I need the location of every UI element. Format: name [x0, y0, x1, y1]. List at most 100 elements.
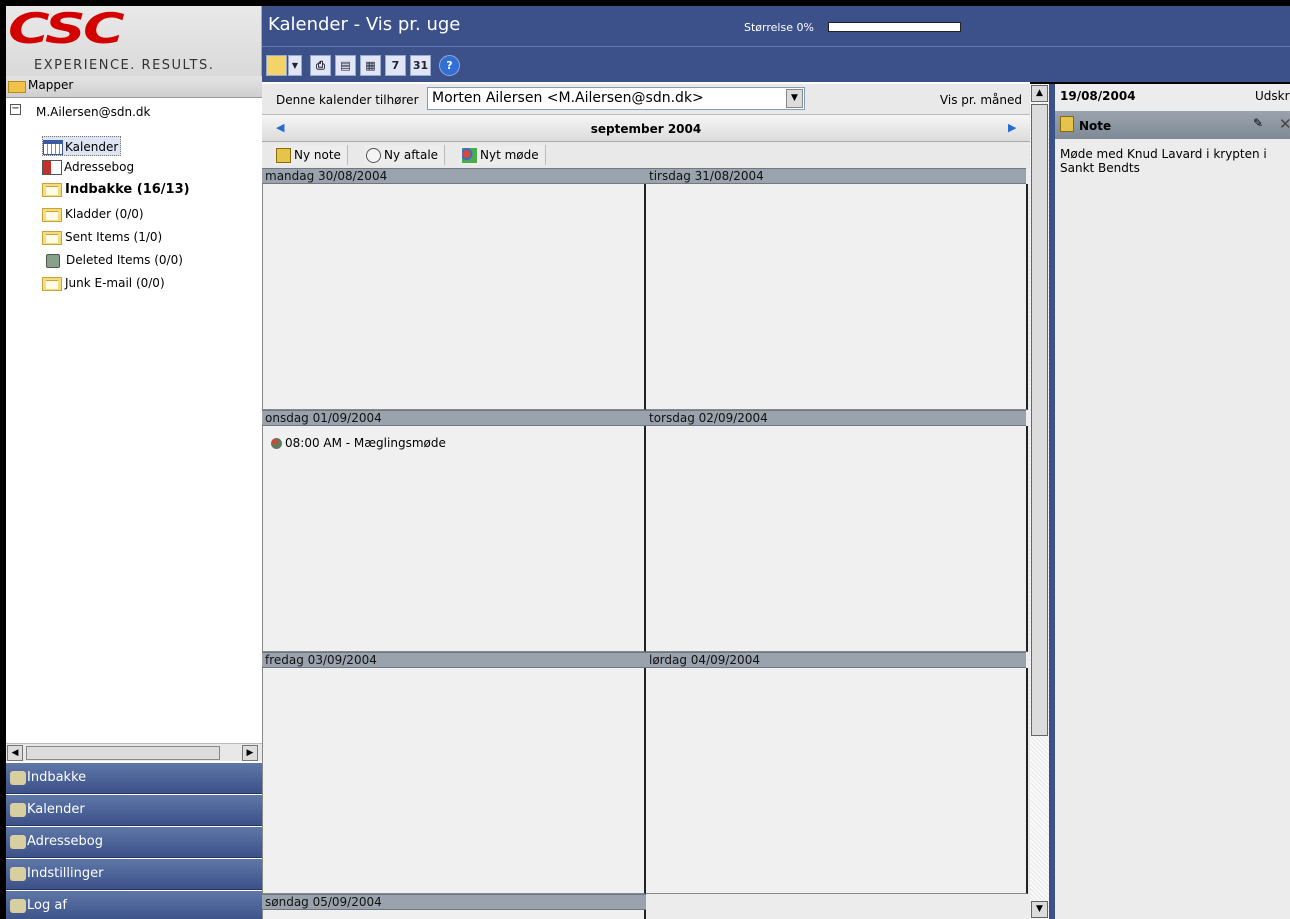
- folder-mail-icon: [42, 230, 62, 245]
- note-icon: [276, 148, 291, 163]
- tree-item-deleted-items[interactable]: Deleted Items (0/0): [42, 250, 183, 270]
- folder-pane: CSC EXPERIENCE. RESULTS. Mapper − M.Aile…: [6, 6, 262, 919]
- new-note-icon[interactable]: [266, 55, 287, 76]
- day-header: onsdag 01/09/2004: [262, 410, 646, 426]
- new-meeting-button[interactable]: Nyt møde: [460, 145, 546, 165]
- nav-label: Kalender: [27, 802, 85, 817]
- scroll-down-arrow-icon[interactable]: ▼: [1031, 901, 1048, 918]
- print-link[interactable]: Udskriv: [1255, 89, 1290, 103]
- month-navigation: ◀ september 2004 ▶: [262, 114, 1030, 142]
- tree-account[interactable]: M.Ailersen@sdn.dk: [36, 102, 150, 122]
- page-title: Kalender - Vis pr. uge: [268, 14, 461, 35]
- tree-item-indbakke[interactable]: Indbakke (16/13): [42, 180, 190, 200]
- nav-kalender[interactable]: Kalender: [6, 795, 262, 826]
- note-header: Note ✎ ✕: [1055, 111, 1290, 139]
- scroll-left-arrow-icon[interactable]: ◀: [7, 745, 23, 761]
- scrollbar-thumb[interactable]: [1031, 104, 1048, 736]
- owner-bar: Denne kalender tilhører Morten Ailersen …: [262, 84, 1030, 114]
- chevron-down-icon[interactable]: ▼: [786, 89, 803, 108]
- page-header: Kalender - Vis pr. uge Størrelse 0%: [262, 6, 1290, 46]
- toolbar: ▼ ⎙ ▤ ▦ 7 31 ?: [262, 46, 1290, 82]
- meeting-icon: [271, 438, 282, 449]
- day-header: mandag 30/08/2004: [262, 168, 646, 184]
- folder-tree: − M.Ailersen@sdn.dk Kalender Adressebog …: [6, 100, 262, 742]
- horizontal-scrollbar[interactable]: ◀ ▶: [6, 743, 262, 761]
- day-header: søndag 05/09/2004: [262, 894, 646, 910]
- tree-item-sent-items[interactable]: Sent Items (1/0): [42, 227, 162, 247]
- nav-log-af[interactable]: Log af: [6, 891, 262, 919]
- logo-tagline: EXPERIENCE. RESULTS.: [34, 58, 215, 73]
- note-title: Note: [1079, 119, 1112, 133]
- edit-icon[interactable]: ✎: [1253, 116, 1269, 132]
- tree-item-junk-email[interactable]: Junk E-mail (0/0): [42, 273, 165, 293]
- day-cell[interactable]: [646, 668, 1028, 894]
- owner-select-value: Morten Ailersen <M.Ailersen@sdn.dk>: [432, 90, 704, 106]
- appointment[interactable]: 08:00 AM - Mæglingsmøde: [271, 436, 446, 450]
- view-month-link[interactable]: Vis pr. måned: [940, 93, 1022, 107]
- nav-label: Log af: [27, 898, 67, 913]
- scrollbar-thumb[interactable]: [26, 746, 220, 760]
- tree-item-kladder[interactable]: Kladder (0/0): [42, 204, 144, 224]
- size-progress-bar: [828, 22, 961, 32]
- collapse-toggle[interactable]: −: [10, 104, 21, 115]
- tree-item-adressebog[interactable]: Adressebog: [42, 157, 134, 177]
- nav-indstillinger[interactable]: Indstillinger: [6, 859, 262, 890]
- day-cell[interactable]: [262, 668, 646, 894]
- note-date: 19/08/2004: [1060, 89, 1136, 103]
- tree-item-label: Kalender: [65, 140, 119, 154]
- scroll-right-arrow-icon[interactable]: ▶: [242, 745, 258, 761]
- week-grid: mandag 30/08/2004 tirsdag 31/08/2004 ons…: [262, 168, 1030, 919]
- note-panel: 19/08/2004 Udskriv Note ✎ ✕ Møde med Knu…: [1055, 84, 1290, 919]
- tree-account-label: M.Ailersen@sdn.dk: [36, 105, 151, 119]
- next-month-arrow-icon[interactable]: ▶: [1008, 121, 1018, 135]
- folder-icon: [8, 81, 26, 93]
- vertical-scrollbar[interactable]: ▲ ▼: [1030, 84, 1049, 919]
- calendar-actions: Ny note Ny aftale Nyt møde: [262, 142, 1030, 168]
- day-header: lørdag 04/09/2004: [646, 652, 1026, 668]
- appointment-label: 08:00 AM - Mæglingsmøde: [285, 436, 446, 450]
- close-icon[interactable]: ✕: [1279, 115, 1290, 133]
- csc-logo: CSC EXPERIENCE. RESULTS.: [6, 6, 262, 76]
- tree-item-kalender[interactable]: Kalender: [42, 136, 122, 156]
- day-cell[interactable]: 08:00 AM - Mæglingsmøde: [262, 426, 646, 652]
- clock-icon: [366, 148, 381, 163]
- month-31-icon[interactable]: 31: [410, 55, 431, 76]
- inbox-nav-icon: [10, 770, 26, 785]
- new-meeting-label: Nyt møde: [480, 148, 539, 162]
- workweek-7-icon[interactable]: 7: [385, 55, 406, 76]
- print-icon[interactable]: ⎙: [310, 55, 331, 76]
- day-cell[interactable]: [646, 426, 1028, 652]
- tree-item-label: Deleted Items (0/0): [66, 253, 183, 267]
- day-header: fredag 03/09/2004: [262, 652, 646, 668]
- dropdown-icon[interactable]: ▼: [288, 55, 302, 76]
- day-cell[interactable]: [262, 184, 646, 410]
- scroll-up-arrow-icon[interactable]: ▲: [1031, 85, 1048, 102]
- new-appointment-label: Ny aftale: [384, 148, 439, 162]
- logo-brand: CSC: [8, 4, 125, 53]
- size-label: Størrelse 0%: [744, 21, 814, 34]
- day-view-icon[interactable]: ▤: [335, 55, 356, 76]
- nav-label: Adressebog: [27, 834, 103, 849]
- week-view-icon[interactable]: ▦: [360, 55, 381, 76]
- help-icon[interactable]: ?: [439, 55, 460, 76]
- folder-mail-icon: [42, 182, 62, 197]
- new-appointment-button[interactable]: Ny aftale: [364, 145, 446, 165]
- folders-header-label: Mapper: [28, 78, 74, 92]
- nav-indbakke[interactable]: Indbakke: [6, 763, 262, 794]
- day-cell[interactable]: [646, 184, 1028, 410]
- owner-select[interactable]: Morten Ailersen <M.Ailersen@sdn.dk> ▼: [427, 87, 805, 110]
- tree-item-label: Sent Items (1/0): [65, 230, 163, 244]
- nav-adressebog[interactable]: Adressebog: [6, 827, 262, 858]
- folder-mail-icon: [42, 276, 62, 291]
- folder-mail-icon: [42, 207, 62, 222]
- new-note-button[interactable]: Ny note: [274, 145, 348, 165]
- address-book-nav-icon: [10, 834, 26, 849]
- current-month: september 2004: [590, 122, 702, 136]
- day-header: tirsdag 31/08/2004: [646, 168, 1026, 184]
- nav-label: Indbakke: [27, 770, 87, 785]
- tree-item-label: Adressebog: [64, 160, 135, 174]
- calendar-icon: [43, 140, 63, 155]
- day-cell[interactable]: [262, 910, 646, 919]
- trash-icon: [46, 253, 60, 268]
- folders-header: Mapper: [6, 76, 262, 98]
